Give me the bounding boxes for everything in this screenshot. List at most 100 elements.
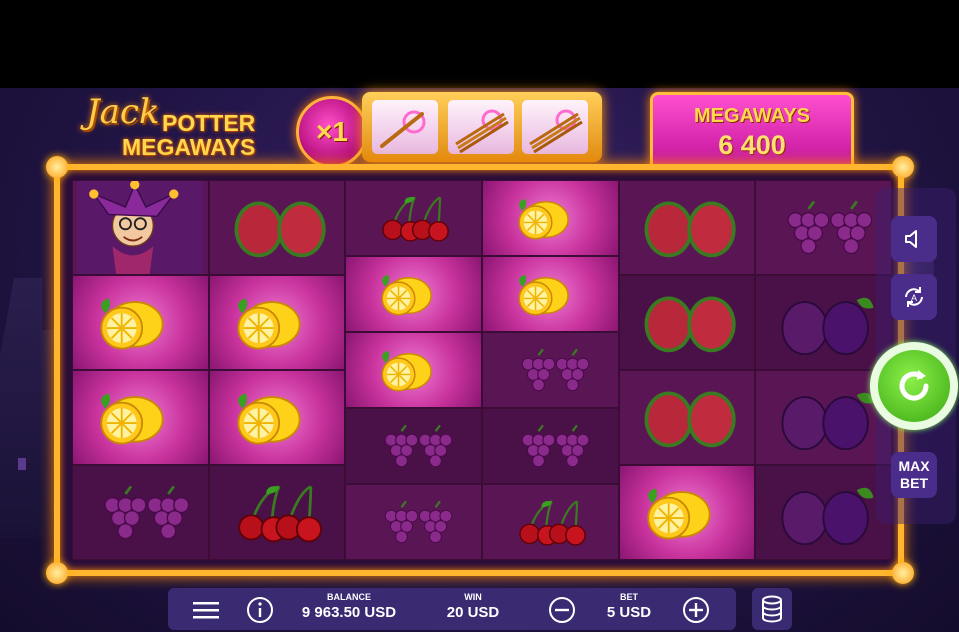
grapes-icon [521, 348, 590, 392]
reel-cell [618, 370, 756, 465]
frame-corner [892, 562, 914, 584]
reel-cell [345, 256, 482, 332]
lemon-icon [236, 393, 301, 445]
megaways-title: MEGAWAYS [694, 105, 810, 127]
megaways-value: 6 400 [718, 130, 786, 160]
grapes-icon [384, 424, 453, 468]
increase-bet-button[interactable] [682, 596, 710, 624]
game-logo: Jack POTTER MEGAWAYS [86, 92, 266, 162]
wand-single-icon [372, 100, 438, 154]
minus-icon [549, 597, 575, 623]
wand-triple-icon [448, 100, 514, 154]
menu-button[interactable] [192, 596, 220, 624]
logo-megaways: MEGAWAYS [122, 134, 256, 160]
speaker-icon [905, 230, 917, 248]
megaways-counter: MEGAWAYS 6 400 [650, 92, 854, 172]
frame-corner [892, 156, 914, 178]
reel-cell [755, 465, 892, 560]
coin-stack-icon [762, 595, 782, 623]
grapes-icon [787, 200, 873, 255]
reel-cell [72, 180, 209, 275]
lemon-icon [381, 350, 433, 392]
reel-cell [345, 180, 482, 256]
reel-cell [482, 256, 619, 332]
spin-button[interactable] [870, 342, 958, 430]
balance-value: 9 963.50 USD [301, 604, 397, 621]
grapes-icon [104, 485, 190, 540]
logo-jack: Jack [86, 92, 160, 132]
max-bet-button[interactable]: MAX BET [891, 452, 937, 498]
decrease-bet-button[interactable] [548, 596, 576, 624]
reel-cell [482, 484, 619, 560]
frame-corner [46, 156, 68, 178]
reel-cell [482, 408, 619, 484]
lemon-icon [100, 298, 164, 350]
reel-cell [482, 180, 619, 256]
bottom-bar: BALANCE 9 963.50 USD WIN 20 USD BET 5 US… [168, 588, 736, 630]
lemon-icon [518, 198, 569, 240]
reel-column [72, 180, 209, 560]
cherries-icon [382, 196, 450, 242]
max-bet-label: MAX BET [898, 458, 930, 491]
castle-window [18, 458, 26, 470]
plums-icon [781, 297, 874, 356]
lemon-icon [518, 274, 569, 316]
reel-cell [618, 275, 756, 370]
grapes-icon [384, 500, 453, 544]
plus-icon [683, 597, 709, 623]
autoplay-button[interactable]: A [891, 274, 937, 320]
reel-cell [618, 465, 756, 560]
cherries-icon [519, 500, 586, 546]
win-label: WIN [464, 592, 482, 602]
watermelon-icon [644, 201, 736, 258]
reel-cell [345, 408, 482, 484]
reel-cell [72, 465, 209, 560]
reel-cell [208, 465, 346, 560]
reel-cell [345, 484, 482, 560]
cherries-icon [237, 485, 322, 543]
jester-icon [77, 181, 204, 274]
reel-cell [72, 370, 209, 465]
reel-cell [208, 370, 346, 465]
spin-button-inner [878, 350, 950, 422]
reel-cell [618, 180, 756, 275]
plums-icon [781, 487, 874, 546]
lemon-icon [646, 488, 711, 540]
wand-triple-icon [522, 100, 588, 154]
lemon-icon [236, 298, 301, 350]
reel-cell [208, 180, 346, 275]
reel-cell [72, 275, 209, 370]
sound-button[interactable] [891, 216, 937, 262]
reel-cell [482, 332, 619, 408]
logo-potter: POTTER [162, 110, 256, 136]
reel-cell [345, 332, 482, 408]
watermelon-icon [644, 296, 736, 353]
multiplier-label: ×1 [316, 116, 348, 147]
frame-corner [46, 562, 68, 584]
balance-label: BALANCE [327, 592, 371, 602]
coins-button[interactable] [752, 588, 792, 630]
wand-reel [362, 92, 602, 162]
autoplay-icon: A [905, 287, 923, 307]
reel-grid [72, 180, 892, 560]
bet-label: BET [620, 592, 638, 602]
reel-cell [755, 180, 892, 275]
info-icon [247, 597, 273, 623]
watermelon-icon [644, 391, 736, 448]
grapes-icon [521, 424, 590, 468]
reel-column [345, 180, 482, 560]
bet-value: 5 USD [606, 604, 652, 621]
spin-arrow-icon [899, 370, 929, 401]
svg-text:A: A [911, 293, 917, 303]
reel-cell [755, 275, 892, 370]
win-value: 20 USD [446, 604, 500, 621]
hamburger-icon [193, 602, 219, 619]
multiplier-badge: ×1 [296, 96, 368, 168]
reel-column [482, 180, 619, 560]
watermelon-icon [234, 201, 326, 258]
lemon-icon [100, 393, 164, 445]
reel-column [618, 180, 756, 560]
reel-cell [208, 275, 346, 370]
lemon-icon [381, 274, 433, 316]
info-button[interactable] [246, 596, 274, 624]
